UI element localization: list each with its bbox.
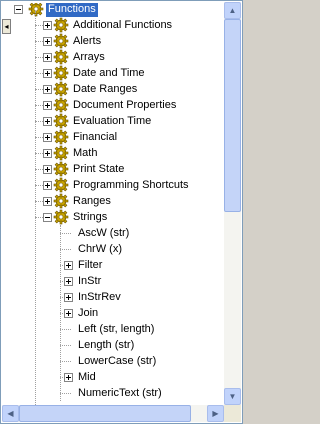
expand-additional-functions-button[interactable] xyxy=(43,21,52,30)
tree-connector-line xyxy=(60,249,71,250)
scrollbar-corner xyxy=(224,405,241,422)
expand-print-state-button[interactable] xyxy=(43,165,52,174)
tree-connector-line xyxy=(35,105,43,106)
expand-evaluation-time-button[interactable] xyxy=(43,117,52,126)
tree-connector-line xyxy=(60,345,71,346)
tree-node-instr-label: InStr xyxy=(78,275,102,287)
tree-connector-line xyxy=(35,89,43,90)
tree-node-alerts-label: Alerts xyxy=(73,35,102,47)
tree-connector-line xyxy=(35,137,43,138)
gear-icon xyxy=(53,161,69,177)
expand-instrrev-button[interactable] xyxy=(64,293,73,302)
tree-node-additional-functions-label: Additional Functions xyxy=(73,19,173,31)
tree-connector-line xyxy=(35,185,43,186)
expand-financial-button[interactable] xyxy=(43,133,52,142)
tree-node-length-str--label: Length (str) xyxy=(78,339,135,351)
gear-icon xyxy=(53,113,69,129)
gear-icon xyxy=(53,81,69,97)
tree-node-filter-label: Filter xyxy=(78,259,103,271)
tree-node-join-label: Join xyxy=(78,307,99,319)
tree-connector-line xyxy=(35,169,43,170)
scroll-down-button[interactable]: ▼ xyxy=(224,388,241,405)
gear-icon xyxy=(53,209,69,225)
expand-functions-button[interactable] xyxy=(14,5,23,14)
tree-node-instrrev-label: InStrRev xyxy=(78,291,121,303)
expand-date-ranges-button[interactable] xyxy=(43,85,52,94)
tree-node-programming-shortcuts-label: Programming Shortcuts xyxy=(73,179,189,191)
tree-node-chrw-x--label: ChrW (x) xyxy=(78,243,122,255)
tree-connector-line xyxy=(35,57,43,58)
tree-node-evaluation-time-label: Evaluation Time xyxy=(73,115,152,127)
gear-icon xyxy=(53,177,69,193)
tree-node-strings-label: Strings xyxy=(73,211,108,223)
tree-node-date-and-time-label: Date and Time xyxy=(73,67,145,79)
expand-strings-button[interactable] xyxy=(43,213,52,222)
tree-node-document-properties-label: Document Properties xyxy=(73,99,177,111)
gear-icon xyxy=(53,129,69,145)
function-tree[interactable]: Functions Additional Functions Alerts Array… xyxy=(13,3,224,405)
tree-connector-line xyxy=(60,233,71,234)
expand-alerts-button[interactable] xyxy=(43,37,52,46)
tree-connector-line xyxy=(35,217,43,218)
expand-arrays-button[interactable] xyxy=(43,53,52,62)
tree-node-lowercase-str--label: LowerCase (str) xyxy=(78,355,157,367)
scroll-up-button[interactable]: ▲ xyxy=(224,2,241,19)
expand-programming-shortcuts-button[interactable] xyxy=(43,181,52,190)
expand-join-button[interactable] xyxy=(64,309,73,318)
tree-node-print-state-label: Print State xyxy=(73,163,125,175)
tree-connector-line xyxy=(35,25,43,26)
tree-connector-line xyxy=(35,201,43,202)
scroll-right-button[interactable]: ▶ xyxy=(207,405,224,422)
tree-connector-line xyxy=(60,361,71,362)
gear-icon xyxy=(53,17,69,33)
gear-icon xyxy=(53,145,69,161)
expand-document-properties-button[interactable] xyxy=(43,101,52,110)
tree-node-functions-label: Functions xyxy=(46,3,98,17)
tree-node-ascw-str--label: AscW (str) xyxy=(78,227,130,239)
scroll-left-button[interactable]: ◀ xyxy=(2,405,19,422)
tree-connector-line xyxy=(35,41,43,42)
expand-date-and-time-button[interactable] xyxy=(43,69,52,78)
expand-ranges-button[interactable] xyxy=(43,197,52,206)
gear-icon xyxy=(53,193,69,209)
expand-mid-button[interactable] xyxy=(64,373,73,382)
collapse-panel-button[interactable]: ◂ xyxy=(2,19,11,34)
tree-node-left-str-length--label: Left (str, length) xyxy=(78,323,155,335)
tree-connector-line xyxy=(35,121,43,122)
vertical-scroll-thumb[interactable] xyxy=(224,19,241,212)
tree-node-financial-label: Financial xyxy=(73,131,118,143)
tree-connector-line xyxy=(35,153,43,154)
tree-connector-line xyxy=(60,393,71,394)
gear-icon xyxy=(28,3,44,17)
gear-icon xyxy=(53,97,69,113)
tree-node-date-ranges-label: Date Ranges xyxy=(73,83,138,95)
expand-math-button[interactable] xyxy=(43,149,52,158)
gear-icon xyxy=(53,65,69,81)
tree-node-numerictext-str--label: NumericText (str) xyxy=(78,387,162,399)
tree-node-arrays-label: Arrays xyxy=(73,51,105,63)
tree-connector-line xyxy=(35,73,43,74)
tree-node-ranges-label: Ranges xyxy=(73,195,111,207)
tree-node-math-label: Math xyxy=(73,147,98,159)
tree-connector-line xyxy=(60,329,71,330)
tree-node-mid-label: Mid xyxy=(78,371,96,383)
tree-connector-line xyxy=(35,11,36,405)
expand-filter-button[interactable] xyxy=(64,261,73,270)
function-tree-panel: ◂ Functions Additional Functions Alerts Arr… xyxy=(0,0,243,424)
horizontal-scroll-thumb[interactable] xyxy=(19,405,191,422)
horizontal-scrollbar[interactable]: ◀ ▶ xyxy=(2,405,224,422)
gear-icon xyxy=(53,33,69,49)
gear-icon xyxy=(53,49,69,65)
expand-instr-button[interactable] xyxy=(64,277,73,286)
vertical-scrollbar[interactable]: ▲ ▼ xyxy=(224,2,241,405)
